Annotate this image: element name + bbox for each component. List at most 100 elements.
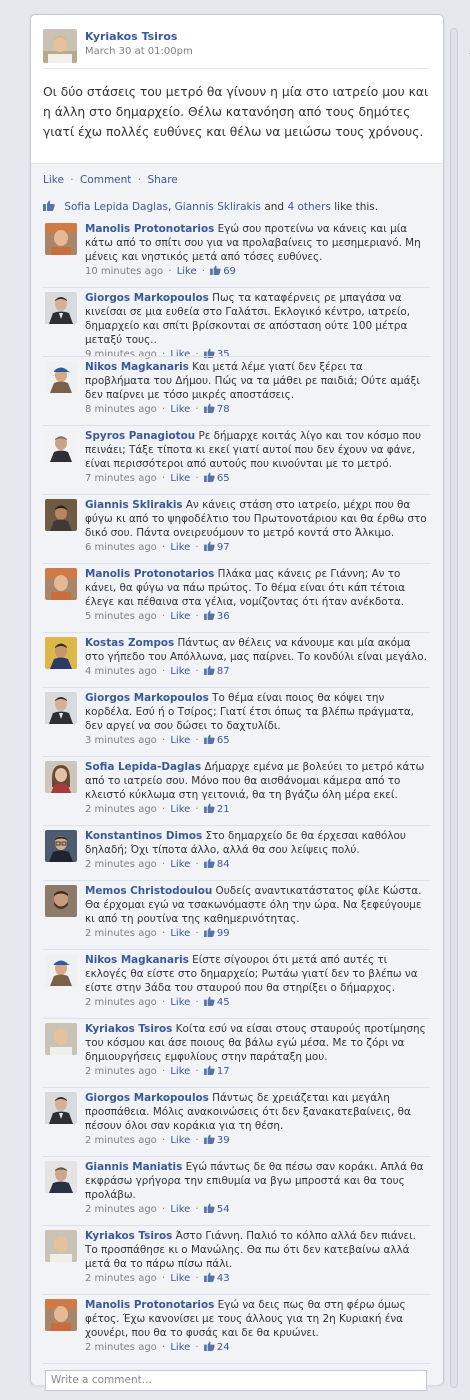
comment-like-link[interactable]: Like [170,859,190,870]
commenter-name[interactable]: Kostas Zompos [85,637,174,649]
comment-like-count[interactable]: 87 [217,666,230,677]
comment-like-count[interactable]: 84 [217,859,230,870]
comment-timestamp[interactable]: 3 minutes ago [85,735,157,746]
commenter-name[interactable]: Memos Christodoulou [85,885,212,897]
commenter-name[interactable]: Manolis Protonotarios [85,223,214,235]
commenter-avatar[interactable] [45,830,77,862]
comment-timestamp[interactable]: 2 minutes ago [85,1204,157,1215]
comment-timestamp[interactable]: 2 minutes ago [85,1135,157,1146]
commenter-avatar[interactable] [45,499,77,531]
comment-like-count[interactable]: 97 [217,542,230,553]
commenter-name[interactable]: Giorgos Markopoulos [85,692,209,704]
commenter-name[interactable]: Spyros Panagiotou [85,430,195,442]
comment-timestamp[interactable]: 6 minutes ago [85,542,157,553]
comment-body: Giorgos Markopoulos Πάντως δε χρειάζεται… [85,1091,431,1148]
write-comment-input[interactable]: Write a comment... [45,1370,427,1391]
commenter-name[interactable]: Konstantinos Dimos [85,830,202,842]
commenter-avatar[interactable] [45,637,77,669]
comment-like-count[interactable]: 43 [217,1273,230,1284]
comment-like-count[interactable]: 24 [217,1342,230,1353]
commenter-name[interactable]: Nikos Magkanaris [85,954,189,966]
comment-like-count[interactable]: 65 [217,473,230,484]
others-link[interactable]: 4 others [287,201,330,213]
comment-link[interactable]: Comment [80,174,131,186]
commenter-avatar[interactable] [45,568,77,600]
comment-timestamp[interactable]: 2 minutes ago [85,859,157,870]
comment-like-link[interactable]: Like [170,404,190,415]
commenter-avatar[interactable] [45,430,77,462]
comment-timestamp[interactable]: 2 minutes ago [85,1273,157,1284]
commenter-avatar[interactable] [45,692,77,724]
comment-item: Giannis Sklirakis Αν κάνεις στάση στο ια… [43,495,431,564]
commenter-name[interactable]: Sofia Lepida-Daglas [85,761,201,773]
comment-like-count[interactable]: 17 [217,1066,230,1077]
comment-timestamp[interactable]: 5 minutes ago [85,611,157,622]
comment-like-link[interactable]: Like [170,735,190,746]
commenter-name[interactable]: Manolis Protonotarios [85,568,214,580]
scrollbar-thumb[interactable] [450,28,458,1388]
comment-like-link[interactable]: Like [170,1342,190,1353]
comma-text: , [167,201,172,213]
comment-meta: 3 minutes ago · Like · 65 [85,734,431,748]
comment-timestamp[interactable]: 2 minutes ago [85,1066,157,1077]
commenter-avatar[interactable] [45,761,77,793]
like-link[interactable]: Like [43,174,64,186]
comment-timestamp[interactable]: 2 minutes ago [85,997,157,1008]
liker-link[interactable]: Sofia Lepida Daglas [64,201,168,213]
comment-like-link[interactable]: Like [170,666,190,677]
comment-like-count[interactable]: 45 [217,997,230,1008]
comment-timestamp[interactable]: 4 minutes ago [85,666,157,677]
commenter-name[interactable]: Nikos Magkanaris [85,361,189,373]
commenter-name[interactable]: Giannis Maniatis [85,1161,182,1173]
commenter-avatar[interactable] [45,1092,77,1124]
comment-body: Konstantinos Dimos Στο δημαρχείο δε θα έ… [85,829,431,872]
comment-like-count[interactable]: 99 [217,928,230,939]
post-author-name[interactable]: Kyriakos Tsiros [85,30,177,43]
comment-like-link[interactable]: Like [170,928,190,939]
commenter-name[interactable]: Kyriakos Tsiros [85,1023,172,1035]
comment-timestamp[interactable]: 8 minutes ago [85,404,157,415]
comment-like-count[interactable]: 54 [217,1204,230,1215]
comment-like-link[interactable]: Like [170,542,190,553]
commenter-name[interactable]: Manolis Protonotarios [85,1299,214,1311]
comment-like-link[interactable]: Like [170,1135,190,1146]
comment-like-link[interactable]: Like [170,1204,190,1215]
comment-like-link[interactable]: Like [170,1273,190,1284]
comment-like-link[interactable]: Like [177,266,197,277]
commenter-avatar[interactable] [45,223,77,255]
commenter-avatar[interactable] [45,1161,77,1193]
commenter-avatar[interactable] [45,954,77,986]
comment-like-link[interactable]: Like [170,473,190,484]
commenter-avatar[interactable] [45,885,77,917]
comment-like-link[interactable]: Like [170,611,190,622]
comment-like-link[interactable]: Like [170,1066,190,1077]
liker-link[interactable]: Giannis Sklirakis [175,201,261,213]
commenter-avatar[interactable] [45,1299,77,1331]
comment-timestamp[interactable]: 2 minutes ago [85,1342,157,1353]
commenter-name[interactable]: Kyriakos Tsiros [85,1230,172,1242]
comment-timestamp[interactable]: 7 minutes ago [85,473,157,484]
share-link[interactable]: Share [147,174,177,186]
commenter-name[interactable]: Giorgos Markopoulos [85,1092,209,1104]
comment-body: Nikos Magkanaris Είστε σίγουροι ότι μετά… [85,953,431,1010]
post-timestamp[interactable]: March 30 at 01:00pm [85,46,193,57]
comment-like-link[interactable]: Like [170,997,190,1008]
comment-like-link[interactable]: Like [170,804,190,815]
commenter-avatar[interactable] [45,361,77,393]
commenter-avatar[interactable] [45,1230,77,1262]
commenter-name[interactable]: Giannis Sklirakis [85,499,183,511]
comment-like-count[interactable]: 78 [217,404,230,415]
comment-like-count[interactable]: 36 [217,611,230,622]
comment-like-count[interactable]: 69 [223,266,236,277]
author-avatar[interactable] [43,29,77,63]
comment-timestamp[interactable]: 10 minutes ago [85,266,163,277]
comment-like-count[interactable]: 21 [217,804,230,815]
commenter-name[interactable]: Giorgos Markopoulos [85,292,209,304]
page-scrollbar[interactable] [448,28,460,1388]
comment-like-count[interactable]: 39 [217,1135,230,1146]
comment-timestamp[interactable]: 2 minutes ago [85,928,157,939]
commenter-avatar[interactable] [45,1023,77,1055]
comment-timestamp[interactable]: 2 minutes ago [85,804,157,815]
commenter-avatar[interactable] [45,292,77,324]
comment-like-count[interactable]: 65 [217,735,230,746]
